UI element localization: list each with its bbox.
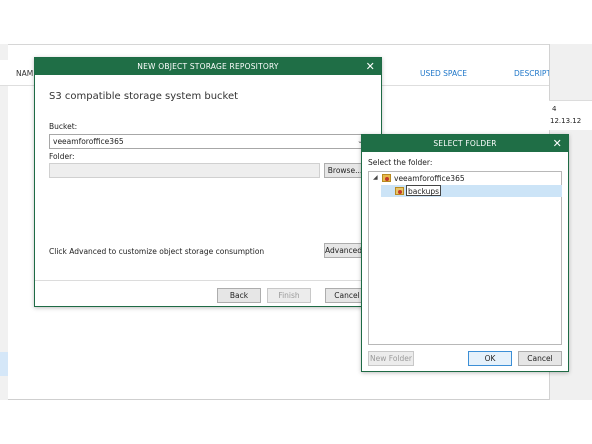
folder-cancel-button[interactable]: Cancel	[518, 351, 562, 366]
bucket-badge-icon	[385, 177, 389, 181]
tree-node-root[interactable]: veeamforoffice365	[394, 174, 465, 183]
background-right-panel: 4 12.13.12	[549, 100, 592, 130]
right-panel-text-1: 4	[552, 105, 557, 113]
bucket-label: Bucket:	[49, 122, 78, 131]
folder-badge-icon	[398, 190, 402, 194]
back-button[interactable]: Back	[217, 288, 261, 303]
column-used-space[interactable]: USED SPACE	[420, 69, 467, 78]
background-left-strip	[0, 44, 8, 400]
new-folder-button[interactable]: New Folder	[368, 351, 414, 366]
new-object-storage-repository-dialog: NEW OBJECT STORAGE REPOSITORY ✕ S3 compa…	[34, 57, 382, 307]
tree-node-child-edit[interactable]: backups	[406, 185, 442, 196]
column-name[interactable]: NAM	[16, 69, 33, 78]
folder-dialog-titlebar: SELECT FOLDER ✕	[362, 135, 568, 152]
close-icon[interactable]: ✕	[366, 58, 375, 75]
ok-button[interactable]: OK	[468, 351, 512, 366]
finish-button[interactable]: Finish	[267, 288, 311, 303]
folder-icon	[395, 187, 404, 195]
folder-label: Folder:	[49, 152, 75, 161]
select-folder-dialog: SELECT FOLDER ✕ Select the folder: ◢ vee…	[361, 134, 569, 372]
footer-divider	[35, 280, 381, 281]
column-description[interactable]: DESCRIPT	[514, 69, 551, 78]
bucket-select[interactable]: veeamforoffice365 ⌄	[49, 134, 367, 149]
repo-dialog-heading: S3 compatible storage system bucket	[49, 91, 239, 102]
folder-input[interactable]	[49, 163, 320, 178]
browse-button[interactable]: Browse...	[324, 163, 366, 178]
repo-dialog-title: NEW OBJECT STORAGE REPOSITORY	[137, 62, 279, 71]
background-left-selection	[0, 352, 8, 376]
right-panel-text-2: 12.13.12	[550, 117, 582, 125]
select-folder-prompt: Select the folder:	[368, 158, 433, 167]
advanced-button[interactable]: Advanced...	[324, 243, 369, 258]
folder-dialog-title: SELECT FOLDER	[433, 139, 497, 148]
advanced-hint: Click Advanced to customize object stora…	[49, 247, 265, 256]
bucket-value: veeamforoffice365	[53, 137, 124, 146]
tree-node-selected-row[interactable]: backups	[381, 185, 562, 197]
repo-dialog-titlebar: NEW OBJECT STORAGE REPOSITORY ✕	[35, 58, 381, 75]
bucket-icon	[382, 174, 391, 182]
expand-arrow-icon[interactable]: ◢	[373, 174, 378, 181]
close-icon[interactable]: ✕	[553, 135, 562, 152]
folder-tree[interactable]: ◢ veeamforoffice365 backups	[368, 171, 562, 345]
